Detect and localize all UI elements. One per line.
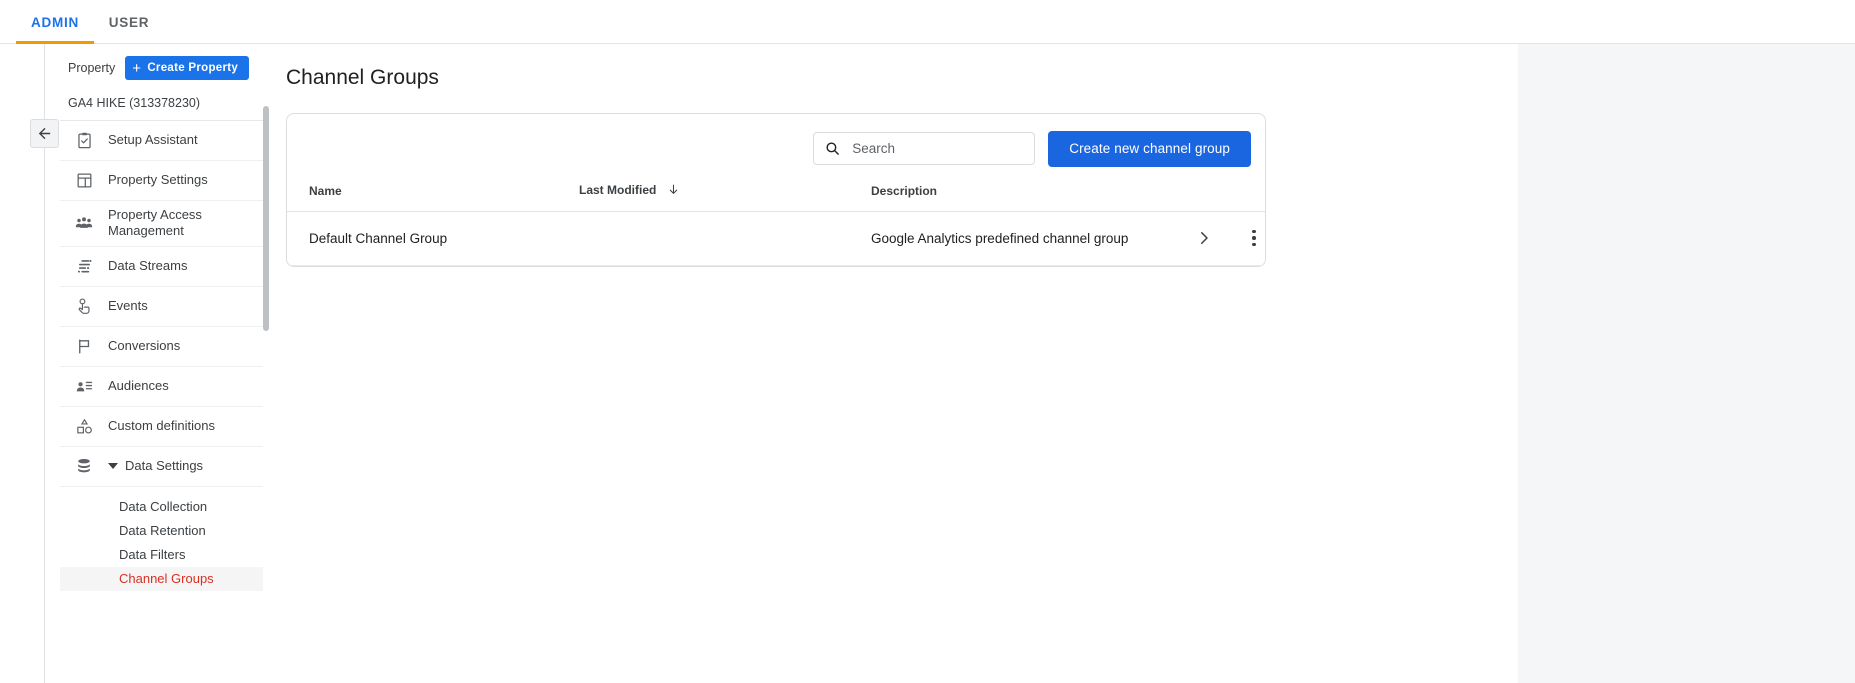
sidebar-item-label: Property Settings <box>108 172 208 188</box>
channel-groups-card: Create new channel group Name Last Modif… <box>286 113 1266 267</box>
column-header-last-modified[interactable]: Last Modified <box>579 183 871 212</box>
sidebar-item-label: Custom definitions <box>108 417 215 433</box>
sidebar-item-audiences[interactable]: Audiences <box>60 367 263 407</box>
main-content: Channel Groups Create new channel group … <box>286 44 1518 683</box>
property-label: Property <box>68 61 116 75</box>
sidebar-subitem-data-collection[interactable]: Data Collection <box>60 495 263 519</box>
card-toolbar: Create new channel group <box>287 114 1265 183</box>
sidebar-item-conversions[interactable]: Conversions <box>60 327 263 367</box>
sidebar-item-setup-assistant[interactable]: Setup Assistant <box>60 121 263 161</box>
sidebar-subitem-label: Data Retention <box>119 523 206 538</box>
sidebar-subitem-data-filters[interactable]: Data Filters <box>60 543 263 567</box>
column-header-description-label: Description <box>871 184 938 198</box>
sidebar-item-label: Conversions <box>108 337 181 353</box>
search-input[interactable] <box>852 141 1025 156</box>
column-header-name[interactable]: Name <box>287 183 579 212</box>
data-streams-icon <box>74 256 94 276</box>
table-row[interactable]: Default Channel Group Google Analytics p… <box>287 211 1265 266</box>
cell-actions <box>1145 211 1265 266</box>
sidebar-subitem-label: Data Filters <box>119 547 186 562</box>
chevron-right-icon <box>1201 232 1208 244</box>
sidebar-item-label: Data Settings <box>125 457 204 473</box>
sidebar-item-property-access-management[interactable]: Property Access Management <box>60 201 263 247</box>
database-icon <box>74 456 94 476</box>
sidebar: Property + Create Property GA4 HIKE (313… <box>60 44 263 683</box>
cell-last-modified <box>579 211 871 266</box>
create-new-channel-group-button[interactable]: Create new channel group <box>1048 130 1251 167</box>
sidebar-item-label: Events <box>108 297 148 313</box>
column-header-actions <box>1145 183 1265 212</box>
sidebar-item-label: Audiences <box>108 377 169 393</box>
property-panel-icon <box>74 171 94 191</box>
tab-user[interactable]: USER <box>102 0 156 44</box>
sidebar-item-property-settings[interactable]: Property Settings <box>60 161 263 201</box>
tap-hand-icon <box>74 296 94 316</box>
chevron-down-icon <box>108 463 118 469</box>
row-more-menu-button[interactable] <box>1243 227 1265 249</box>
arrow-left-icon <box>38 127 51 140</box>
sidebar-item-data-streams[interactable]: Data Streams <box>60 247 263 287</box>
table-header-row: Name Last Modified Description <box>287 183 1265 212</box>
cell-name: Default Channel Group <box>287 211 579 266</box>
person-list-icon <box>74 376 94 396</box>
tab-admin[interactable]: ADMIN <box>16 0 94 44</box>
column-header-name-label: Name <box>309 184 342 198</box>
more-vert-icon <box>1252 229 1256 247</box>
sidebar-item-label: Setup Assistant <box>108 132 198 148</box>
search-icon <box>826 142 840 155</box>
tab-admin-label: ADMIN <box>31 14 79 30</box>
sidebar-property-header: Property + Create Property <box>60 44 263 92</box>
sidebar-subitem-label: Data Collection <box>119 499 208 514</box>
sidebar-item-events[interactable]: Events <box>60 287 263 327</box>
arrow-down-icon <box>667 183 680 199</box>
sidebar-subitem-label: Channel Groups <box>119 571 214 586</box>
column-header-last-modified-label: Last Modified <box>579 183 657 197</box>
sidebar-subitem-data-retention[interactable]: Data Retention <box>60 519 263 543</box>
shapes-icon <box>74 416 94 436</box>
cell-description: Google Analytics predefined channel grou… <box>871 211 1145 266</box>
page-title: Channel Groups <box>286 66 439 89</box>
sidebar-scrollbar[interactable] <box>263 106 269 331</box>
search-box[interactable] <box>813 132 1036 165</box>
create-property-label: Create Property <box>147 62 239 74</box>
column-header-description[interactable]: Description <box>871 183 1145 212</box>
collapse-sidebar-button[interactable] <box>30 119 59 148</box>
channel-groups-table: Name Last Modified Description Default C… <box>287 183 1265 266</box>
clipboard-check-icon <box>74 131 94 151</box>
plus-icon: + <box>132 59 142 77</box>
create-property-button[interactable]: + Create Property <box>125 56 250 80</box>
sidebar-item-data-settings-label: Data Settings <box>108 458 203 474</box>
sidebar-item-label: Data Streams <box>108 257 188 273</box>
sidebar-item-data-settings[interactable]: Data Settings <box>60 447 263 487</box>
sidebar-item-custom-definitions[interactable]: Custom definitions <box>60 407 263 447</box>
tab-user-label: USER <box>108 14 150 30</box>
property-name: GA4 HIKE (313378230) <box>60 92 263 121</box>
row-open-chevron-button[interactable] <box>1193 227 1215 249</box>
flag-icon <box>74 336 94 356</box>
sidebar-item-label: Property Access Management <box>108 207 202 239</box>
people-group-icon <box>74 213 94 233</box>
sidebar-subitem-channel-groups[interactable]: Channel Groups <box>60 566 263 591</box>
top-tab-bar: ADMIN USER <box>0 0 1855 44</box>
